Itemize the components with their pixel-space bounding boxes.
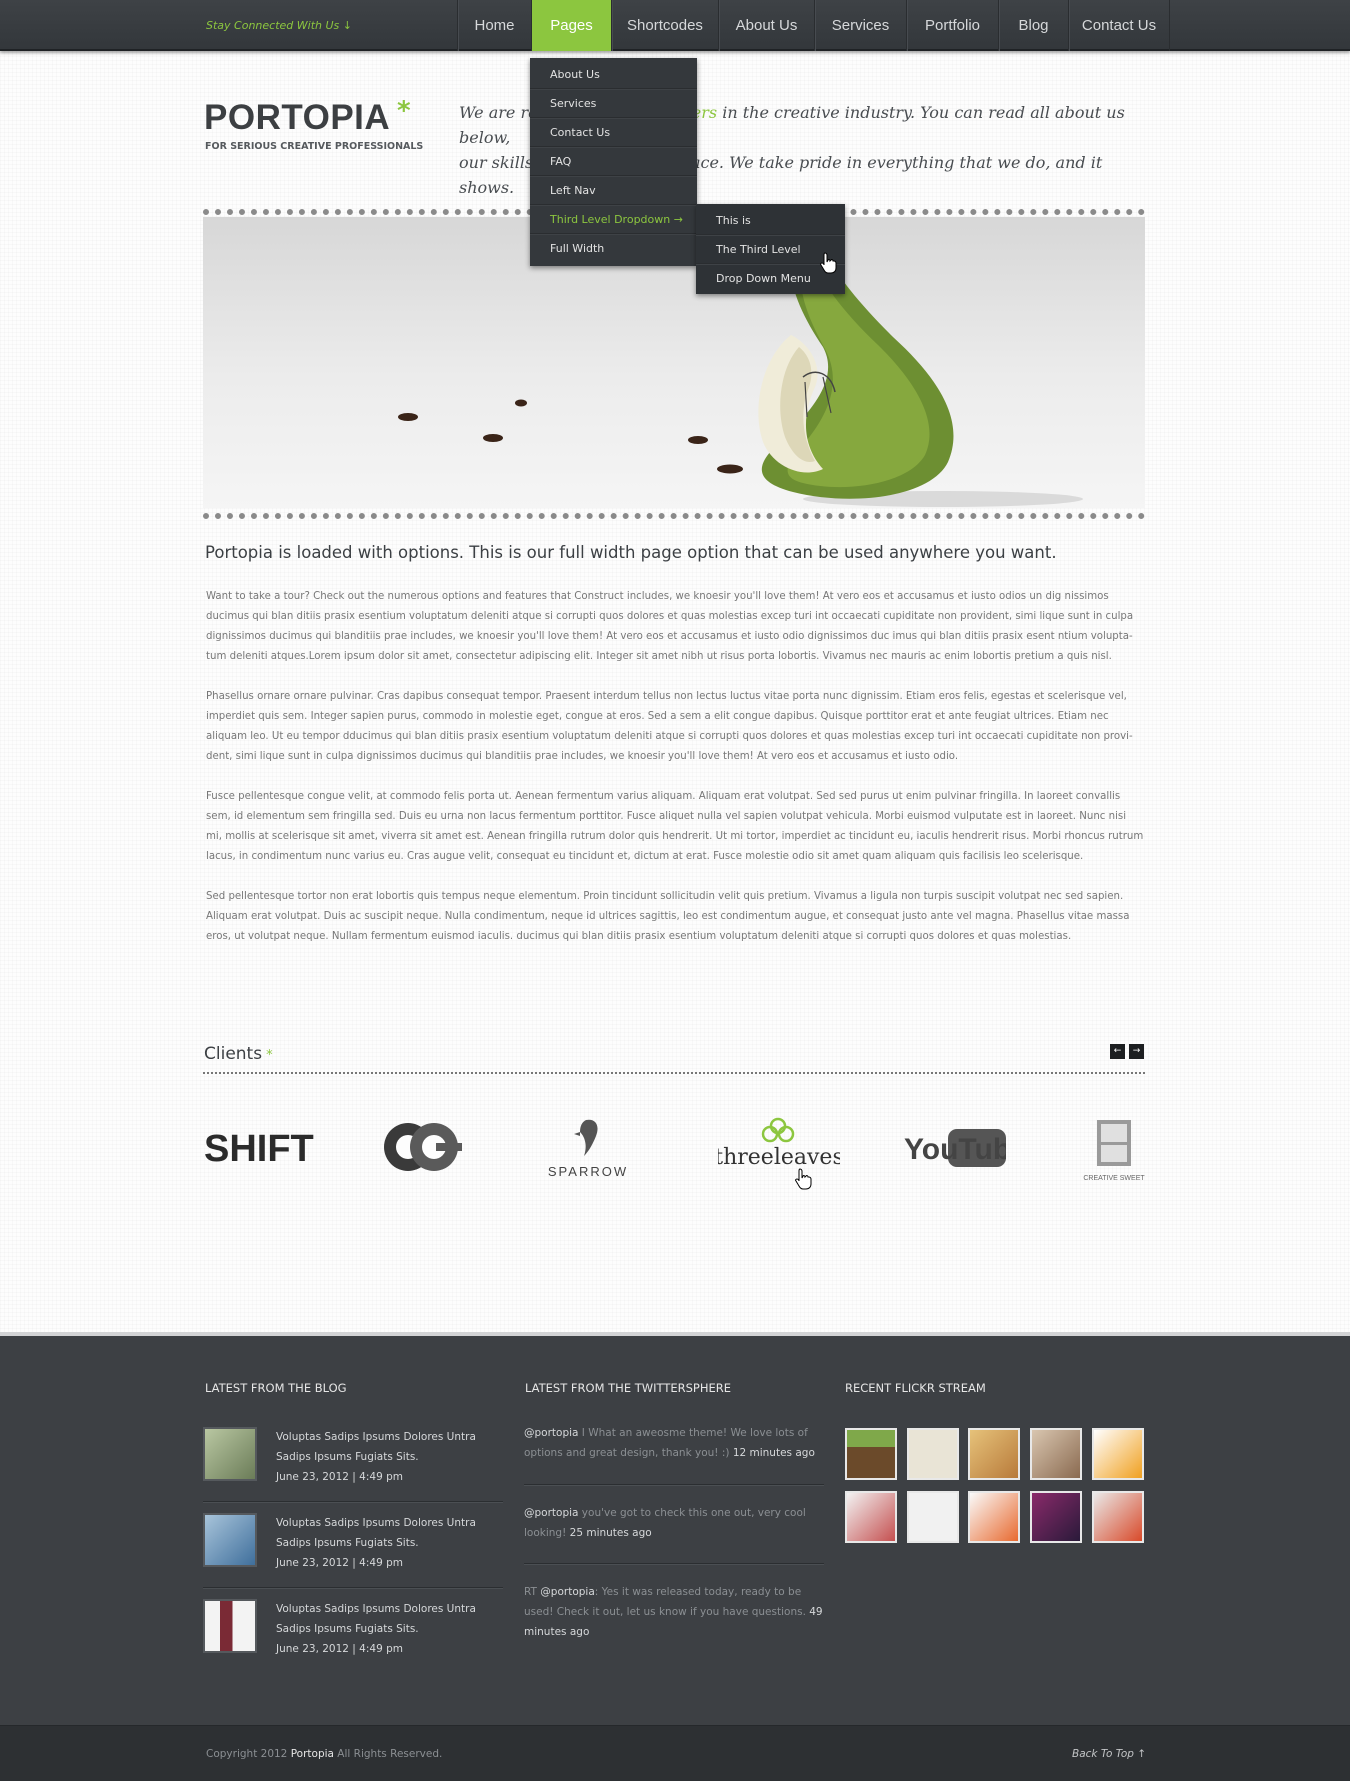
dropdown-item-services[interactable]: Services — [530, 89, 697, 118]
threeleaves-logo-icon: threeleaves — [718, 1117, 840, 1170]
tweet: @portopia I What an aweosme theme! We lo… — [524, 1427, 815, 1459]
hand-cursor-icon — [795, 1168, 812, 1190]
blog-divider — [203, 1587, 503, 1588]
footer-twitter-title: LATEST FROM THE TWITTERSPHERE — [525, 1381, 732, 1395]
logo-asterisk-icon: * — [397, 96, 411, 126]
asterisk-icon: * — [266, 1048, 273, 1063]
flickr-thumbnail[interactable] — [968, 1491, 1020, 1543]
creative-sweet-logo-icon: CREATIVE SWEET — [1083, 1120, 1145, 1182]
flickr-thumbnail[interactable] — [907, 1428, 959, 1480]
hand-cursor-icon — [820, 252, 837, 274]
third-level-submenu: This is The Third Level Drop Down Menu — [696, 204, 845, 294]
dropdown-item-full-width[interactable]: Full Width — [530, 234, 697, 263]
blog-post-text: Voluptas Sadips Ipsums Dolores Untra Sad… — [276, 1517, 476, 1569]
flickr-thumbnail[interactable] — [968, 1428, 1020, 1480]
clients-title: Clients * — [204, 1044, 273, 1064]
client-logo-youtube[interactable]: YouTube — [904, 1117, 1006, 1177]
paragraph: Sed pellentesque tortor non erat loborti… — [206, 891, 1130, 942]
svg-text:threeleaves: threeleaves — [718, 1145, 840, 1170]
dropdown-item-left-nav[interactable]: Left Nav — [530, 176, 697, 205]
client-logo-threeleaves[interactable]: threeleaves — [718, 1114, 840, 1180]
submenu-item-this-is[interactable]: This is — [696, 206, 845, 235]
footer-blog-title: LATEST FROM THE BLOG — [205, 1381, 347, 1395]
client-logo-oc[interactable] — [380, 1117, 462, 1177]
top-bar: Stay Connected With Us ↓ Home Pages Shor… — [0, 0, 1350, 51]
site-tagline: FOR SERIOUS CREATIVE PROFESSIONALS — [205, 141, 424, 152]
dropdown-item-third-level[interactable]: Third Level Dropdown → — [530, 205, 697, 234]
flickr-thumbnail[interactable] — [845, 1491, 897, 1543]
clients-divider — [203, 1072, 1145, 1074]
nav-home[interactable]: Home — [457, 0, 531, 51]
svg-text:YouTube: YouTube — [904, 1133, 1006, 1166]
paragraph: Want to take a tour? Check out the numer… — [206, 591, 1134, 662]
client-logo-shift[interactable]: SHIFT — [204, 1117, 320, 1177]
clients-next-button[interactable]: → — [1129, 1044, 1144, 1059]
flickr-thumbnail[interactable] — [1030, 1491, 1082, 1543]
paragraph: Fusce pellentesque congue velit, at comm… — [206, 791, 1144, 862]
svg-text:CREATIVE SWEET: CREATIVE SWEET — [1083, 1175, 1145, 1182]
blog-thumbnail[interactable] — [203, 1599, 257, 1653]
site-logo[interactable]: PORTOPIA — [204, 98, 390, 138]
clients-prev-button[interactable]: ← — [1110, 1044, 1125, 1059]
dropdown-item-contact-us[interactable]: Contact Us — [530, 118, 697, 147]
sparrow-logo-icon: SPARROW — [548, 1119, 628, 1179]
dropdown-item-faq[interactable]: FAQ — [530, 147, 697, 176]
flickr-thumbnail[interactable] — [1092, 1428, 1144, 1480]
nav-pages[interactable]: Pages — [531, 0, 611, 51]
client-logo-sparrow[interactable]: SPARROW — [540, 1114, 636, 1180]
flickr-thumbnail[interactable] — [907, 1491, 959, 1543]
svg-text:SPARROW: SPARROW — [548, 1164, 628, 1179]
blog-thumbnail[interactable] — [203, 1513, 257, 1567]
dropdown-item-about-us[interactable]: About Us — [530, 60, 697, 89]
pages-dropdown: About Us Services Contact Us FAQ Left Na… — [530, 58, 697, 266]
tweet-time-link[interactable]: 12 minutes ago — [733, 1447, 815, 1459]
bottom-bar — [0, 1725, 1350, 1781]
paragraph: Phasellus ornare ornare pulvinar. Cras d… — [206, 691, 1133, 762]
blog-post-text: Voluptas Sadips Ipsums Dolores Untra Sad… — [276, 1603, 476, 1655]
svg-text:SHIFT: SHIFT — [204, 1128, 314, 1170]
stay-connected-link[interactable]: Stay Connected With Us ↓ — [206, 19, 352, 32]
nav-blog[interactable]: Blog — [998, 0, 1068, 51]
main-nav: Home Pages Shortcodes About Us Services … — [457, 0, 1170, 51]
tweet: @portopia you've got to check this one o… — [524, 1507, 806, 1539]
blog-thumbnail[interactable] — [203, 1427, 257, 1481]
tweet-handle-link[interactable]: @portopia — [524, 1427, 578, 1439]
flickr-thumbnail[interactable] — [845, 1428, 897, 1480]
nav-portfolio[interactable]: Portfolio — [906, 0, 998, 51]
nav-contact-us[interactable]: Contact Us — [1068, 0, 1170, 51]
client-logo-creative-sweet[interactable]: CREATIVE SWEET — [1082, 1114, 1146, 1184]
tweet: RT @portopia: Yes it was released today,… — [524, 1586, 823, 1638]
back-to-top-link[interactable]: Back To Top ↑ — [1072, 1748, 1146, 1760]
tweet-handle-link[interactable]: @portopia — [524, 1507, 578, 1519]
nav-shortcodes[interactable]: Shortcodes — [611, 0, 718, 51]
nav-about-us[interactable]: About Us — [718, 0, 814, 51]
page-heading: Portopia is loaded with options. This is… — [205, 543, 1057, 562]
flickr-thumbnail[interactable] — [1030, 1428, 1082, 1480]
blog-post-text: Voluptas Sadips Ipsums Dolores Untra Sad… — [276, 1431, 476, 1483]
flickr-thumbnail[interactable] — [1092, 1491, 1144, 1543]
shift-logo-icon: SHIFT — [204, 1128, 314, 1170]
tweet-time-link[interactable]: 25 minutes ago — [570, 1527, 652, 1539]
oc-logo-icon — [384, 1123, 462, 1171]
youtube-logo-icon: YouTube — [904, 1129, 1006, 1167]
copyright-brand-link[interactable]: Portopia — [291, 1748, 334, 1760]
tweet-divider — [524, 1563, 824, 1564]
footer-flickr-title: RECENT FLICKR STREAM — [845, 1381, 986, 1395]
blog-divider — [203, 1501, 503, 1502]
nav-services[interactable]: Services — [814, 0, 906, 51]
tweet-handle-link[interactable]: @portopia — [540, 1586, 594, 1598]
copyright-text: Copyright 2012 Portopia All Rights Reser… — [206, 1748, 443, 1760]
tweet-divider — [524, 1484, 824, 1485]
